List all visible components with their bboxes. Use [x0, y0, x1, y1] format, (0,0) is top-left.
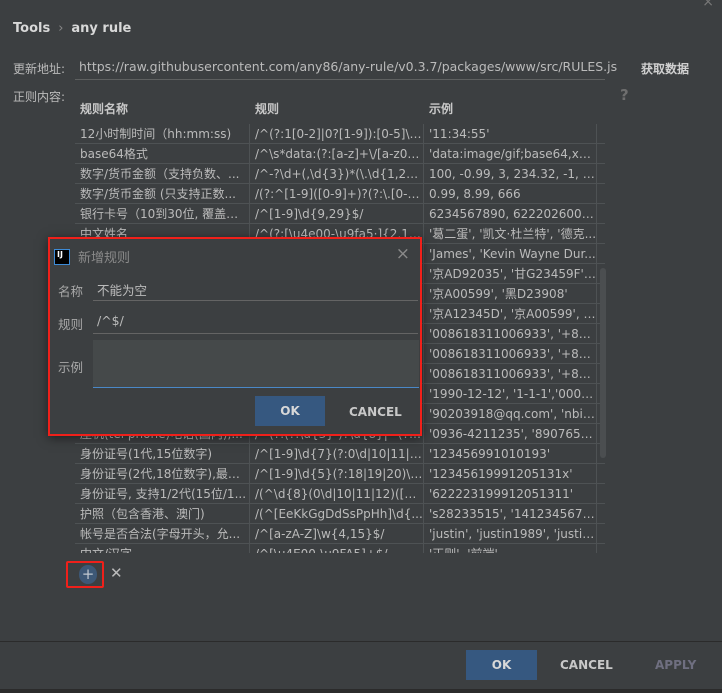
cell-name[interactable]: 身份证号(1代,15位数字) [75, 443, 250, 464]
breadcrumb-separator: › [58, 21, 64, 36]
table-row[interactable]: 数字/货币金额 (只支持正数.../(?:^[1-9]([0-9]+)?(?:\… [75, 183, 605, 204]
table-row[interactable]: 银行卡号（10到30位, 覆盖对.../^[1-9]\d{9,29}$/6234… [75, 203, 605, 224]
cell-rule[interactable]: /(^[EeKkGgDdSsPpHh]\d{... [250, 503, 424, 524]
table-row[interactable]: 12小时制时间（hh:mm:ss)/^(?:1[0-2]|0?[1-9]):[0… [75, 124, 605, 144]
cell-example[interactable]: 's28233515', '141234567', '... [424, 503, 597, 524]
breadcrumb-current: any rule [71, 21, 132, 36]
cell-example[interactable]: '622223199912051311' [424, 483, 597, 504]
rule-label: 规则 [58, 317, 84, 332]
cell-name[interactable]: 身份证号, 支持1/2代(15位/1... [75, 483, 250, 504]
column-header-rule[interactable]: 规则 [250, 100, 424, 117]
cell-example[interactable]: '京A12345D', '京A00599', '... [424, 303, 597, 324]
cell-name[interactable]: 身份证号(2代,18位数字),最后... [75, 463, 250, 484]
cell-example[interactable]: 'justin', 'justin1989', 'justin_... [424, 523, 597, 544]
cell-rule[interactable]: /^(?:1[0-2]|0?[1-9]):[0-5]\d:... [250, 124, 424, 144]
cell-rule[interactable]: /^[\u4E00-\u9FA5]+$/ [250, 543, 424, 553]
cancel-button[interactable]: CANCEL [560, 658, 613, 672]
cell-rule[interactable]: /^[1-9]\d{9,29}$/ [250, 203, 424, 224]
cell-example[interactable]: '1990-12-12', '1-1-1','0000... [424, 383, 597, 404]
cell-rule[interactable]: /^[1-9]\d{5}(?:18|19|20)\d{... [250, 463, 424, 484]
cell-example[interactable]: 100, -0.99, 3, 234.32, -1, 9... [424, 163, 597, 184]
cell-example[interactable]: 'data:image/gif;base64,xxx... [424, 143, 597, 164]
table-row[interactable]: base64格式/^\s*data:(?:[a-z]+\/[a-z0-...'d… [75, 143, 605, 164]
cell-name[interactable]: 数字/货币金额 (只支持正数... [75, 183, 250, 204]
url-label: 更新地址: [13, 62, 66, 76]
cell-name[interactable]: 12小时制时间（hh:mm:ss) [75, 124, 250, 144]
cell-rule[interactable]: /^[1-9]\d{7}(?:0\d|10|11|12... [250, 443, 424, 464]
remove-rule-button[interactable]: ✕ [110, 564, 123, 582]
table-row[interactable]: 中文/汉字/^[\u4E00-\u9FA5]+$/'正则', '前端' [75, 543, 605, 553]
cell-example[interactable]: '11:34:55' [424, 124, 597, 144]
table-row[interactable]: 护照（包含香港、澳门)/(^[EeKkGgDdSsPpHh]\d{...'s28… [75, 503, 605, 524]
table-row[interactable]: 数字/货币金额（支持负数、.../^-?\d+(,\d{3})*(\.\d{1,… [75, 163, 605, 184]
column-header-name[interactable]: 规则名称 [75, 100, 250, 117]
cell-example[interactable]: '0936-4211235', '89076543... [424, 423, 597, 444]
help-icon[interactable]: ? [620, 86, 629, 104]
cell-example[interactable]: '京A00599', '黑D23908' [424, 283, 597, 304]
cell-example[interactable]: '90203918@qq.com', 'nbill... [424, 403, 597, 424]
cell-example[interactable]: 'James', 'Kevin Wayne Dur... [424, 243, 597, 264]
column-header-example[interactable]: 示例 [424, 100, 597, 117]
cell-name[interactable]: 帐号是否合法(字母开头，允... [75, 523, 250, 544]
cell-example[interactable]: '12345619991205131x' [424, 463, 597, 484]
dialog-cancel-button[interactable]: CANCEL [349, 405, 402, 419]
rule-input[interactable]: /^$/ [93, 310, 418, 334]
cell-example[interactable]: '008618311006933', '+861... [424, 343, 597, 364]
add-rule-dialog: IJ 新增规则 × 名称 不能为空 规则 /^$/ 示例 OK CANCEL [48, 237, 422, 436]
cell-name[interactable]: 银行卡号（10到30位, 覆盖对... [75, 203, 250, 224]
cell-example[interactable]: '123456991010193' [424, 443, 597, 464]
intellij-logo-icon: IJ [54, 248, 70, 265]
cell-rule[interactable]: /(^\d{8}(0\d|10|11|12)([0-2... [250, 483, 424, 504]
table-row[interactable]: 身份证号(2代,18位数字),最后.../^[1-9]\d{5}(?:18|19… [75, 463, 605, 484]
cell-rule[interactable]: /^[a-zA-Z]\w{4,15}$/ [250, 523, 424, 544]
table-row[interactable]: 身份证号(1代,15位数字)/^[1-9]\d{7}(?:0\d|10|11|1… [75, 443, 605, 464]
apply-button[interactable]: APPLY [655, 658, 696, 672]
dialog-title: 新增规则 [78, 251, 131, 266]
dialog-ok-button[interactable]: OK [255, 396, 325, 426]
cell-name[interactable]: 数字/货币金额（支持负数、... [75, 163, 250, 184]
cell-example[interactable]: '葛二蛋', '凯文·杜兰特', '德克... [424, 223, 597, 244]
content-label: 正则内容: [13, 90, 66, 104]
cell-name[interactable]: 中文/汉字 [75, 543, 250, 553]
add-rule-button[interactable]: + [79, 565, 97, 584]
name-input[interactable]: 不能为空 [93, 277, 418, 301]
fetch-data-button[interactable]: 获取数据 [641, 60, 689, 77]
cell-name[interactable]: 护照（包含香港、澳门) [75, 503, 250, 524]
table-row[interactable]: 身份证号, 支持1/2代(15位/1.../(^\d{8}(0\d|10|11|… [75, 483, 605, 504]
cell-example[interactable]: '正则', '前端' [424, 543, 597, 553]
cell-example[interactable]: 6234567890, 62220260067... [424, 203, 597, 224]
table-scrollbar[interactable] [600, 268, 606, 458]
url-input[interactable]: https://raw.githubusercontent.com/any86/… [75, 56, 617, 80]
ok-button[interactable]: OK [466, 650, 537, 680]
breadcrumb: Tools › any rule [13, 21, 131, 36]
table-header: 规则名称 规则 示例 [75, 92, 605, 124]
cell-rule[interactable]: /(?:^[1-9]([0-9]+)?(?:\.[0-9]... [250, 183, 424, 204]
example-textarea[interactable] [93, 340, 419, 388]
cell-example[interactable]: '008618311006933', '+861... [424, 363, 597, 384]
cell-example[interactable]: '008618311006933', '+861... [424, 323, 597, 344]
dialog-titlebar: IJ 新增规则 [54, 247, 130, 266]
name-label: 名称 [58, 284, 84, 299]
breadcrumb-root[interactable]: Tools [13, 21, 50, 36]
table-row[interactable]: 帐号是否合法(字母开头，允.../^[a-zA-Z]\w{4,15}$/'jus… [75, 523, 605, 544]
example-label: 示例 [58, 360, 84, 375]
cell-example[interactable]: 0.99, 8.99, 666 [424, 183, 597, 204]
bottom-edge [0, 689, 722, 693]
cell-rule[interactable]: /^\s*data:(?:[a-z]+\/[a-z0-... [250, 143, 424, 164]
footer-divider [0, 641, 722, 642]
dialog-close-icon[interactable]: × [396, 244, 410, 264]
cell-name[interactable]: base64格式 [75, 143, 250, 164]
cell-example[interactable]: '京AD92035', '甘G23459F', ... [424, 263, 597, 284]
window-close-icon[interactable]: × [702, 0, 714, 10]
cell-rule[interactable]: /^-?\d+(,\d{3})*(\.\d{1,2})?$/ [250, 163, 424, 184]
